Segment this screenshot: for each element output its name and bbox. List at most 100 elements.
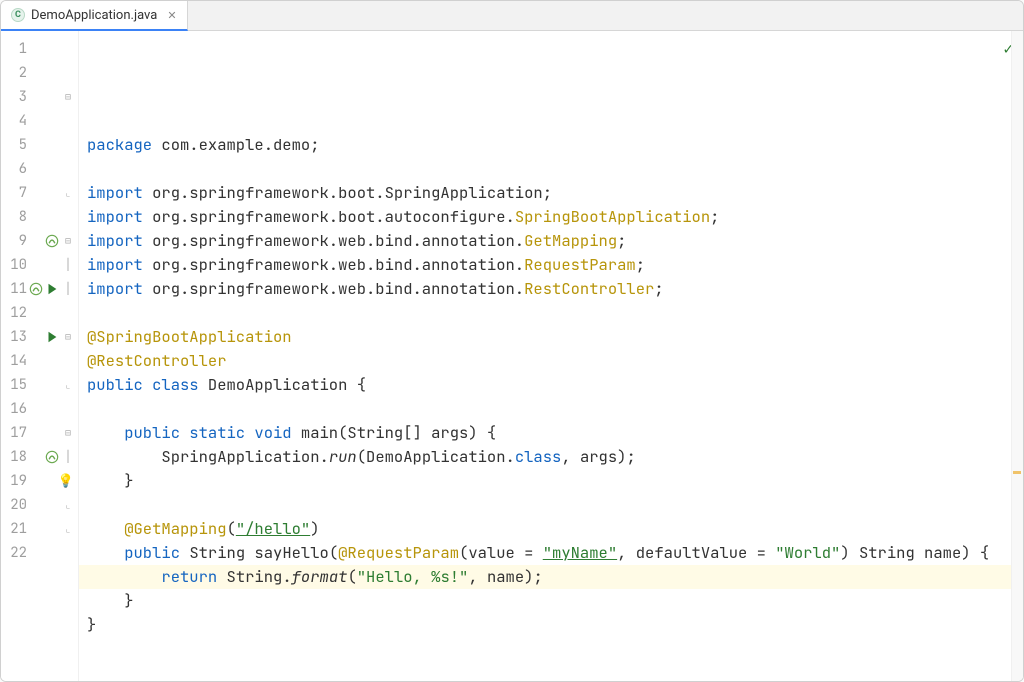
token-plain: , defaultValue = (617, 542, 775, 563)
gutter-row[interactable]: 2 (1, 61, 78, 85)
code-line[interactable] (87, 157, 1023, 181)
code-line[interactable]: } (87, 469, 1023, 493)
token-plain: } (87, 614, 96, 635)
token-kw: public class (87, 374, 208, 395)
gutter-row[interactable]: 16 (1, 397, 78, 421)
code-line[interactable]: SpringApplication.run(DemoApplication.cl… (87, 445, 1023, 469)
file-tab-label: DemoApplication.java (31, 8, 157, 23)
code-line[interactable]: public String sayHello(@RequestParam(val… (87, 541, 1023, 565)
token-plain (87, 566, 161, 587)
gutter-row[interactable]: 3⊟ (1, 85, 78, 109)
code-line[interactable] (87, 493, 1023, 517)
line-number: 12 (1, 301, 27, 325)
gutter-row[interactable]: 20⌞ (1, 493, 78, 517)
gutter-row[interactable]: 9⊟ (1, 229, 78, 253)
code-line[interactable]: import org.springframework.boot.autoconf… (87, 205, 1023, 229)
code-line[interactable]: @RestController (87, 349, 1023, 373)
token-kw: import (87, 254, 152, 275)
gutter-annotation[interactable]: ⊟ (30, 330, 74, 344)
line-number: 9 (1, 229, 27, 253)
code-line[interactable]: } (87, 589, 1023, 613)
code-line[interactable]: import org.springframework.web.bind.anno… (87, 253, 1023, 277)
line-number: 6 (1, 157, 27, 181)
gutter-row[interactable]: 10│ (1, 253, 78, 277)
gutter-annotation[interactable]: ⊟ (30, 427, 74, 439)
line-number: 4 (1, 109, 27, 133)
gutter-row[interactable]: 17⊟ (1, 421, 78, 445)
code-line[interactable]: public static void main(String[] args) { (87, 421, 1023, 445)
gutter-row[interactable]: 21⌞ (1, 517, 78, 541)
tab-bar: C DemoApplication.java ✕ (1, 1, 1023, 31)
gutter-row[interactable]: 7⌞ (1, 181, 78, 205)
warning-marker[interactable] (1013, 471, 1021, 474)
code-line[interactable]: import org.springframework.boot.SpringAp… (87, 181, 1023, 205)
gutter-row[interactable]: 19💡 (1, 469, 78, 493)
code-line[interactable] (87, 637, 1023, 661)
gutter-annotation[interactable]: ⌞ (30, 187, 74, 199)
code-line[interactable] (87, 397, 1023, 421)
close-tab-icon[interactable]: ✕ (167, 9, 176, 22)
token-plain: ; (654, 278, 663, 299)
gutter-annotation[interactable]: ⌞ (30, 379, 74, 391)
code-line[interactable]: import org.springframework.web.bind.anno… (87, 277, 1023, 301)
code-line[interactable]: return String.format("Hello, %s!", name)… (79, 565, 1023, 589)
gutter-row[interactable]: 5 (1, 133, 78, 157)
code-line[interactable]: @SpringBootApplication (87, 325, 1023, 349)
gutter-row[interactable]: 8 (1, 205, 78, 229)
line-number: 17 (1, 421, 27, 445)
token-plain: (value = (459, 542, 543, 563)
token-ann-yellow: GetMapping (524, 230, 617, 251)
line-number: 16 (1, 397, 27, 421)
gutter-row[interactable]: 13⊟ (1, 325, 78, 349)
gutter-row[interactable]: 14 (1, 349, 78, 373)
gutter-annotation[interactable]: │ (29, 282, 74, 296)
token-plain: ) String name) { (840, 542, 989, 563)
gutter-row[interactable]: 15⌞ (1, 373, 78, 397)
gutter-row[interactable]: 18│ (1, 445, 78, 469)
token-str: "World" (775, 542, 840, 563)
token-ann-yellow: RequestParam (524, 254, 636, 275)
editor-window: C DemoApplication.java ✕ 123⊟4567⌞89⊟10│… (0, 0, 1024, 682)
line-number: 20 (1, 493, 27, 517)
gutter-annotation[interactable]: ⊟ (30, 91, 74, 103)
scrollbar[interactable] (1011, 31, 1023, 681)
token-plain: DemoApplication { (208, 374, 366, 395)
gutter-row[interactable]: 4 (1, 109, 78, 133)
code-line[interactable]: public class DemoApplication { (87, 373, 1023, 397)
code-line[interactable]: import org.springframework.web.bind.anno… (87, 229, 1023, 253)
token-ann-yellow: RestController (524, 278, 654, 299)
code-area[interactable]: ✓ package com.example.demo; import org.s… (79, 31, 1023, 681)
gutter-row[interactable]: 1 (1, 37, 78, 61)
line-number: 3 (1, 85, 27, 109)
file-tab[interactable]: C DemoApplication.java ✕ (1, 1, 188, 31)
code-line[interactable]: @GetMapping("/hello") (87, 517, 1023, 541)
gutter-row[interactable]: 12 (1, 301, 78, 325)
line-number: 14 (1, 349, 27, 373)
line-number: 19 (1, 469, 27, 493)
gutter-row[interactable]: 6 (1, 157, 78, 181)
gutter[interactable]: 123⊟4567⌞89⊟10│11│1213⊟1415⌞1617⊟18│19💡2… (1, 31, 79, 681)
code-line[interactable]: } (87, 613, 1023, 637)
token-plain: ; (636, 254, 645, 275)
token-plain: ; (617, 230, 626, 251)
gutter-row[interactable]: 22 (1, 541, 78, 565)
gutter-annotation[interactable]: ⊟ (30, 234, 74, 248)
code-editor[interactable]: 123⊟4567⌞89⊟10│11│1213⊟1415⌞1617⊟18│19💡2… (1, 31, 1023, 681)
line-number: 15 (1, 373, 27, 397)
gutter-row[interactable]: 11│ (1, 277, 78, 301)
token-ann-yellow: @RequestParam (338, 542, 459, 563)
token-plain: String sayHello( (189, 542, 338, 563)
token-plain: org.springframework.web.bind.annotation. (152, 278, 524, 299)
gutter-annotation[interactable]: ⌞ (30, 523, 74, 535)
code-line[interactable]: package com.example.demo; (87, 133, 1023, 157)
token-ann-yellow: SpringBootApplication (515, 206, 710, 227)
gutter-annotation[interactable]: 💡 (30, 469, 74, 493)
code-line[interactable] (87, 301, 1023, 325)
token-plain: org.springframework.web.bind.annotation. (152, 230, 524, 251)
gutter-annotation[interactable]: ⌞ (30, 499, 74, 511)
token-plain: org.springframework.web.bind.annotation. (152, 254, 524, 275)
gutter-annotation[interactable]: │ (30, 450, 74, 464)
gutter-annotation[interactable]: │ (30, 259, 74, 271)
token-plain: main(String[] args) { (301, 422, 496, 443)
token-plain: ( (227, 518, 236, 539)
